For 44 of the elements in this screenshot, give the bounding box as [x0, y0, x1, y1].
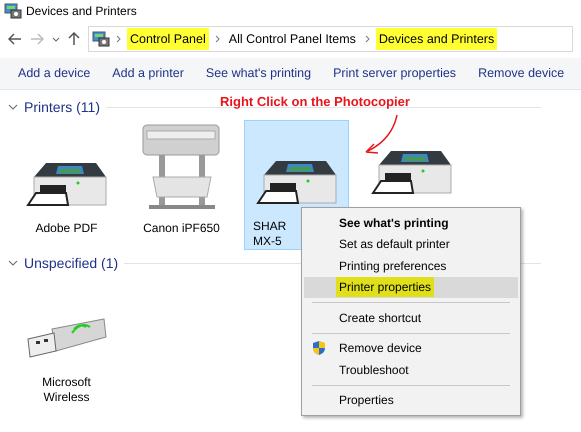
collapse-chevron-icon[interactable]	[8, 260, 18, 266]
toolbar-button[interactable]: Print server properties	[333, 64, 456, 83]
menu-item-label: Remove device	[338, 340, 423, 358]
shield-icon	[312, 340, 326, 356]
control-panel-icon	[4, 3, 22, 19]
menu-item[interactable]: Printing preferences	[304, 255, 518, 276]
device-item[interactable]: Canon iPF650	[129, 120, 234, 250]
menu-item[interactable]: Printer properties	[304, 276, 518, 298]
up-arrow-icon[interactable]	[68, 32, 80, 46]
menu-item-label: Printing preferences	[338, 258, 448, 275]
breadcrumb-item[interactable]: All Control Panel Items	[226, 28, 359, 50]
menu-item[interactable]: Create shortcut	[304, 307, 518, 328]
menu-item-label: Create shortcut	[338, 310, 422, 327]
dropdown-caret-icon[interactable]	[52, 36, 60, 42]
menu-item-label: Properties	[338, 392, 395, 410]
toolbar-button[interactable]: Add a device	[18, 64, 90, 83]
device-label: Adobe PDF	[35, 221, 98, 236]
menu-item[interactable]: Remove device	[304, 338, 518, 359]
device-item[interactable]: Microsoft Wireless	[14, 276, 119, 406]
breadcrumb-chevron-icon	[214, 35, 220, 43]
toolbar-button[interactable]: Add a printer	[112, 64, 184, 83]
address-bar[interactable]: Control Panel All Control Panel Items Devices and Printers	[88, 26, 573, 52]
menu-item[interactable]: Troubleshoot	[304, 359, 518, 380]
group-header[interactable]: Printers (11)	[24, 96, 100, 118]
window-title: Devices and Printers	[26, 3, 137, 20]
breadcrumb-chevron-icon	[116, 35, 121, 43]
annotation-arrow	[364, 113, 400, 155]
breadcrumb-item[interactable]: Control Panel	[127, 28, 209, 50]
group-header[interactable]: Unspecified (1)	[24, 252, 118, 274]
toolbar-button[interactable]: See what's printing	[206, 64, 312, 83]
menu-item-label: Printer properties	[336, 277, 434, 298]
collapse-chevron-icon[interactable]	[8, 104, 18, 110]
control-panel-icon	[92, 31, 110, 47]
device-item[interactable]: Adobe PDF	[14, 120, 119, 250]
device-label: Canon iPF650	[143, 221, 220, 236]
breadcrumb-chevron-icon	[364, 35, 370, 43]
toolbar-button[interactable]: Remove device	[478, 64, 564, 83]
menu-item-label: Troubleshoot	[338, 362, 410, 379]
menu-item[interactable]: Properties	[304, 390, 518, 411]
device-label: Microsoft Wireless	[42, 375, 91, 405]
breadcrumb-item[interactable]: Devices and Printers	[376, 28, 498, 50]
annotation-text: Right Click on the Photocopier	[220, 93, 410, 111]
back-arrow-icon[interactable]	[8, 33, 22, 45]
device-label: SHAR MX-5	[252, 219, 286, 249]
